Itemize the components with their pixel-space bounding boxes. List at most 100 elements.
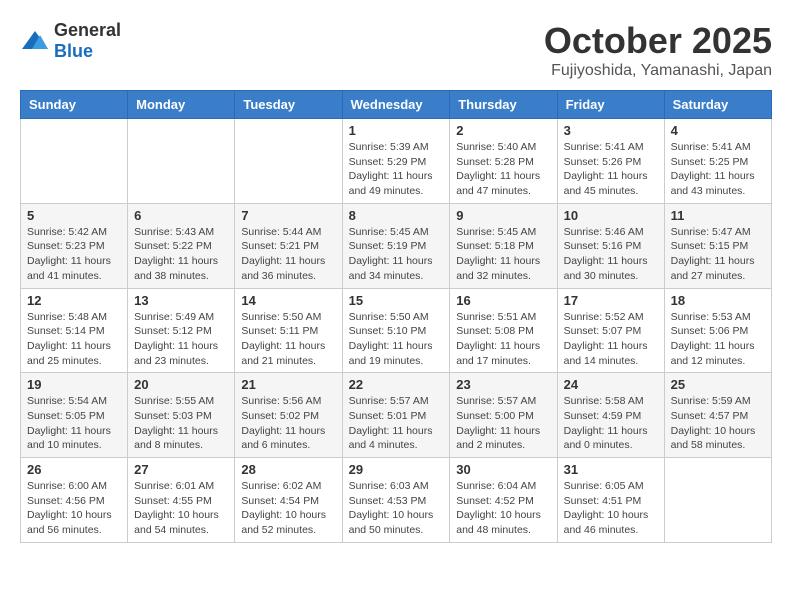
- calendar-cell: 19 Sunrise: 5:54 AM Sunset: 5:05 PM Dayli…: [21, 373, 128, 458]
- calendar-cell: [21, 119, 128, 204]
- day-number: 3: [564, 123, 658, 138]
- weekday-header-row: SundayMondayTuesdayWednesdayThursdayFrid…: [21, 91, 772, 119]
- calendar-cell: 14 Sunrise: 5:50 AM Sunset: 5:11 PM Dayli…: [235, 288, 342, 373]
- day-info: Sunrise: 5:40 AM Sunset: 5:28 PM Dayligh…: [456, 140, 550, 199]
- day-number: 21: [241, 377, 335, 392]
- calendar-cell: 8Sunrise: 5:45 AM Sunset: 5:19 PM Daylig…: [342, 203, 450, 288]
- logo-blue: Blue: [54, 41, 93, 61]
- calendar-cell: 7 Sunrise: 5:44 AM Sunset: 5:21 PM Daylig…: [235, 203, 342, 288]
- day-info: Sunrise: 5:48 AM Sunset: 5:14 PM Dayligh…: [27, 310, 121, 369]
- logo-icon: [20, 29, 50, 53]
- weekday-header-tuesday: Tuesday: [235, 91, 342, 119]
- day-number: 25: [671, 377, 765, 392]
- day-info: Sunrise: 5:50 AM Sunset: 5:10 PM Dayligh…: [349, 310, 444, 369]
- day-number: 18: [671, 293, 765, 308]
- day-info: Sunrise: 5:57 AM Sunset: 5:01 PM Dayligh…: [349, 394, 444, 453]
- day-info: Sunrise: 6:03 AM Sunset: 4:53 PM Dayligh…: [349, 479, 444, 538]
- calendar-cell: 23 Sunrise: 5:57 AM Sunset: 5:00 PM Dayli…: [450, 373, 557, 458]
- day-number: 30: [456, 462, 550, 477]
- day-number: 4: [671, 123, 765, 138]
- day-number: 12: [27, 293, 121, 308]
- calendar-cell: 30 Sunrise: 6:04 AM Sunset: 4:52 PM Dayli…: [450, 458, 557, 543]
- day-info: Sunrise: 5:46 AM Sunset: 5:16 PM Dayligh…: [564, 225, 658, 284]
- calendar-cell: 29 Sunrise: 6:03 AM Sunset: 4:53 PM Dayli…: [342, 458, 450, 543]
- calendar-cell: 28 Sunrise: 6:02 AM Sunset: 4:54 PM Dayli…: [235, 458, 342, 543]
- day-info: Sunrise: 5:47 AM Sunset: 5:15 PM Dayligh…: [671, 225, 765, 284]
- day-number: 29: [349, 462, 444, 477]
- day-info: Sunrise: 5:57 AM Sunset: 5:00 PM Dayligh…: [456, 394, 550, 453]
- day-number: 20: [134, 377, 228, 392]
- logo-text: General Blue: [54, 20, 121, 62]
- calendar-cell: 12 Sunrise: 5:48 AM Sunset: 5:14 PM Dayli…: [21, 288, 128, 373]
- day-number: 23: [456, 377, 550, 392]
- day-number: 7: [241, 208, 335, 223]
- day-info: Sunrise: 5:42 AM Sunset: 5:23 PM Dayligh…: [27, 225, 121, 284]
- calendar-cell: 22 Sunrise: 5:57 AM Sunset: 5:01 PM Dayli…: [342, 373, 450, 458]
- day-info: Sunrise: 6:02 AM Sunset: 4:54 PM Dayligh…: [241, 479, 335, 538]
- calendar-cell: 9Sunrise: 5:45 AM Sunset: 5:18 PM Daylig…: [450, 203, 557, 288]
- day-info: Sunrise: 5:53 AM Sunset: 5:06 PM Dayligh…: [671, 310, 765, 369]
- day-number: 11: [671, 208, 765, 223]
- weekday-header-thursday: Thursday: [450, 91, 557, 119]
- day-number: 22: [349, 377, 444, 392]
- calendar-cell: 17Sunrise: 5:52 AM Sunset: 5:07 PM Dayli…: [557, 288, 664, 373]
- day-info: Sunrise: 5:39 AM Sunset: 5:29 PM Dayligh…: [349, 140, 444, 199]
- day-info: Sunrise: 6:00 AM Sunset: 4:56 PM Dayligh…: [27, 479, 121, 538]
- calendar-cell: [235, 119, 342, 204]
- day-number: 13: [134, 293, 228, 308]
- calendar-cell: 11 Sunrise: 5:47 AM Sunset: 5:15 PM Dayli…: [664, 203, 771, 288]
- week-row-5: 26Sunrise: 6:00 AM Sunset: 4:56 PM Dayli…: [21, 458, 772, 543]
- day-number: 15: [349, 293, 444, 308]
- weekday-header-sunday: Sunday: [21, 91, 128, 119]
- day-number: 5: [27, 208, 121, 223]
- day-info: Sunrise: 5:45 AM Sunset: 5:18 PM Dayligh…: [456, 225, 550, 284]
- logo: General Blue: [20, 20, 121, 62]
- day-info: Sunrise: 6:01 AM Sunset: 4:55 PM Dayligh…: [134, 479, 228, 538]
- day-info: Sunrise: 5:51 AM Sunset: 5:08 PM Dayligh…: [456, 310, 550, 369]
- calendar-cell: 13 Sunrise: 5:49 AM Sunset: 5:12 PM Dayli…: [128, 288, 235, 373]
- calendar-cell: 20Sunrise: 5:55 AM Sunset: 5:03 PM Dayli…: [128, 373, 235, 458]
- calendar-cell: 18 Sunrise: 5:53 AM Sunset: 5:06 PM Dayli…: [664, 288, 771, 373]
- week-row-3: 12 Sunrise: 5:48 AM Sunset: 5:14 PM Dayli…: [21, 288, 772, 373]
- calendar-cell: 24Sunrise: 5:58 AM Sunset: 4:59 PM Dayli…: [557, 373, 664, 458]
- calendar-cell: 31 Sunrise: 6:05 AM Sunset: 4:51 PM Dayli…: [557, 458, 664, 543]
- week-row-2: 5 Sunrise: 5:42 AM Sunset: 5:23 PM Daylig…: [21, 203, 772, 288]
- day-info: Sunrise: 5:52 AM Sunset: 5:07 PM Dayligh…: [564, 310, 658, 369]
- weekday-header-saturday: Saturday: [664, 91, 771, 119]
- month-title: October 2025: [544, 20, 772, 62]
- logo-general: General: [54, 20, 121, 40]
- calendar: SundayMondayTuesdayWednesdayThursdayFrid…: [20, 90, 772, 543]
- day-info: Sunrise: 5:41 AM Sunset: 5:26 PM Dayligh…: [564, 140, 658, 199]
- calendar-cell: 3 Sunrise: 5:41 AM Sunset: 5:26 PM Daylig…: [557, 119, 664, 204]
- day-number: 6: [134, 208, 228, 223]
- calendar-cell: 21 Sunrise: 5:56 AM Sunset: 5:02 PM Dayli…: [235, 373, 342, 458]
- week-row-4: 19 Sunrise: 5:54 AM Sunset: 5:05 PM Dayli…: [21, 373, 772, 458]
- day-info: Sunrise: 5:43 AM Sunset: 5:22 PM Dayligh…: [134, 225, 228, 284]
- day-info: Sunrise: 6:05 AM Sunset: 4:51 PM Dayligh…: [564, 479, 658, 538]
- weekday-header-wednesday: Wednesday: [342, 91, 450, 119]
- day-info: Sunrise: 5:50 AM Sunset: 5:11 PM Dayligh…: [241, 310, 335, 369]
- day-info: Sunrise: 6:04 AM Sunset: 4:52 PM Dayligh…: [456, 479, 550, 538]
- day-number: 19: [27, 377, 121, 392]
- calendar-cell: 15 Sunrise: 5:50 AM Sunset: 5:10 PM Dayli…: [342, 288, 450, 373]
- calendar-cell: 26Sunrise: 6:00 AM Sunset: 4:56 PM Dayli…: [21, 458, 128, 543]
- day-info: Sunrise: 5:49 AM Sunset: 5:12 PM Dayligh…: [134, 310, 228, 369]
- calendar-cell: 1 Sunrise: 5:39 AM Sunset: 5:29 PM Daylig…: [342, 119, 450, 204]
- day-info: Sunrise: 5:44 AM Sunset: 5:21 PM Dayligh…: [241, 225, 335, 284]
- day-number: 16: [456, 293, 550, 308]
- location-title: Fujiyoshida, Yamanashi, Japan: [544, 62, 772, 80]
- weekday-header-friday: Friday: [557, 91, 664, 119]
- calendar-cell: [664, 458, 771, 543]
- calendar-cell: 4Sunrise: 5:41 AM Sunset: 5:25 PM Daylig…: [664, 119, 771, 204]
- calendar-cell: 25Sunrise: 5:59 AM Sunset: 4:57 PM Dayli…: [664, 373, 771, 458]
- day-number: 31: [564, 462, 658, 477]
- day-info: Sunrise: 5:54 AM Sunset: 5:05 PM Dayligh…: [27, 394, 121, 453]
- day-number: 14: [241, 293, 335, 308]
- day-number: 27: [134, 462, 228, 477]
- week-row-1: 1 Sunrise: 5:39 AM Sunset: 5:29 PM Daylig…: [21, 119, 772, 204]
- day-number: 8: [349, 208, 444, 223]
- day-number: 28: [241, 462, 335, 477]
- day-info: Sunrise: 5:56 AM Sunset: 5:02 PM Dayligh…: [241, 394, 335, 453]
- day-number: 24: [564, 377, 658, 392]
- day-number: 1: [349, 123, 444, 138]
